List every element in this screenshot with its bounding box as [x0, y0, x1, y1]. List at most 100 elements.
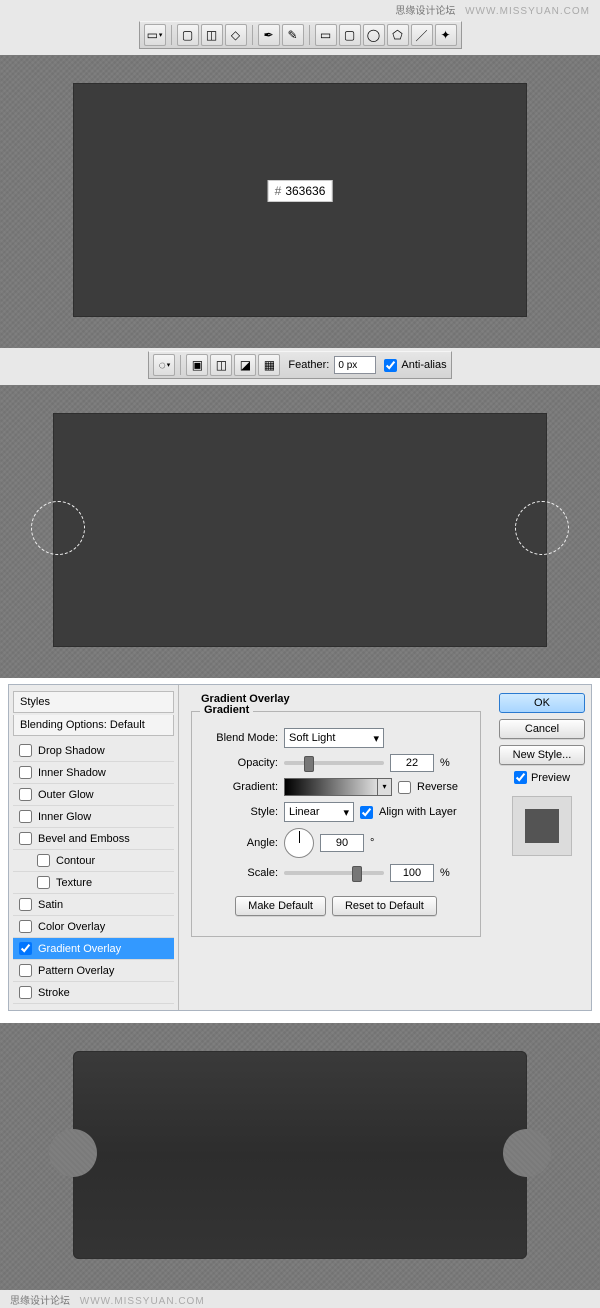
angle-dial[interactable]	[284, 828, 314, 858]
opacity-slider[interactable]	[284, 761, 384, 765]
dialog-buttons-column: OK Cancel New Style... Preview	[493, 685, 591, 1010]
style-label: Texture	[56, 877, 92, 889]
style-item-color-overlay[interactable]: Color Overlay	[13, 916, 174, 938]
reset-default-button[interactable]: Reset to Default	[332, 896, 437, 916]
add-selection-icon[interactable]: ◫	[210, 354, 232, 376]
style-label: Color Overlay	[38, 921, 105, 933]
style-item-stroke[interactable]: Stroke	[13, 982, 174, 1004]
ticket-shape-result	[73, 1051, 527, 1259]
hash-symbol: #	[275, 184, 282, 198]
gradient-picker[interactable]: ▾	[284, 778, 392, 796]
align-checkbox[interactable]	[360, 806, 373, 819]
checkbox[interactable]	[19, 766, 32, 779]
blending-options-header[interactable]: Blending Options: Default	[13, 715, 174, 736]
style-item-outer-glow[interactable]: Outer Glow	[13, 784, 174, 806]
checkbox[interactable]	[19, 942, 32, 955]
separator	[180, 355, 181, 375]
blend-mode-row: Blend Mode: Soft Light▾	[204, 728, 468, 748]
scale-label: Scale:	[204, 867, 278, 879]
reverse-checkbox[interactable]	[398, 781, 411, 794]
watermark-url: WWW.MISSYUAN.COM	[80, 1296, 205, 1307]
styles-header[interactable]: Styles	[13, 691, 174, 713]
style-item-pattern-overlay[interactable]: Pattern Overlay	[13, 960, 174, 982]
dark-rectangle-2	[53, 413, 547, 647]
scale-slider[interactable]	[284, 871, 384, 875]
new-style-button[interactable]: New Style...	[499, 745, 585, 765]
style-item-drop-shadow[interactable]: Drop Shadow	[13, 740, 174, 762]
reverse-label: Reverse	[417, 781, 458, 793]
hex-value: 363636	[285, 184, 325, 198]
style-item-bevel-emboss[interactable]: Bevel and Emboss	[13, 828, 174, 850]
watermark-url: WWW.MISSYUAN.COM	[465, 6, 590, 17]
rounded-rect-icon[interactable]: ▢	[339, 24, 361, 46]
style-select[interactable]: Linear▾	[284, 802, 354, 822]
feather-input[interactable]	[334, 356, 376, 374]
ok-button[interactable]: OK	[499, 693, 585, 713]
canvas-block-1: # 363636	[0, 55, 600, 348]
style-label: Inner Shadow	[38, 767, 106, 779]
polygon-shape-icon[interactable]: ⬠	[387, 24, 409, 46]
opacity-input[interactable]	[390, 754, 434, 772]
rectangle-tool-icon[interactable]: ▭▾	[144, 24, 166, 46]
watermark-bottom: 思缘设计论坛 WWW.MISSYUAN.COM	[0, 1290, 600, 1308]
shape-toolbar-wrap: ▭▾ ▢ ◫ ◇ ✒ ✎ ▭ ▢ ◯ ⬠ ／ ✦	[0, 18, 600, 55]
subtract-path-icon[interactable]: ◫	[201, 24, 223, 46]
intersect-path-icon[interactable]: ◇	[225, 24, 247, 46]
canvas-block-2	[0, 385, 600, 678]
checkbox[interactable]	[19, 964, 32, 977]
scale-input[interactable]	[390, 864, 434, 882]
checkbox[interactable]	[19, 744, 32, 757]
color-chip: # 363636	[268, 180, 333, 202]
make-default-button[interactable]: Make Default	[235, 896, 326, 916]
style-item-inner-shadow[interactable]: Inner Shadow	[13, 762, 174, 784]
checkbox[interactable]	[19, 810, 32, 823]
preview-checkbox[interactable]	[514, 771, 527, 784]
intersect-selection-icon[interactable]: ▦	[258, 354, 280, 376]
antialias-checkbox[interactable]	[384, 359, 397, 372]
style-label: Contour	[56, 855, 95, 867]
blend-mode-select[interactable]: Soft Light▾	[284, 728, 384, 748]
separator	[171, 25, 172, 45]
chevron-down-icon: ▾	[377, 779, 391, 795]
style-label: Gradient Overlay	[38, 943, 121, 955]
path-selection-icon[interactable]: ▢	[177, 24, 199, 46]
checkbox[interactable]	[19, 788, 32, 801]
checkbox[interactable]	[19, 898, 32, 911]
style-label: Outer Glow	[38, 789, 94, 801]
percent-label: %	[440, 867, 450, 879]
fieldset-legend: Gradient	[200, 704, 253, 716]
angle-input[interactable]	[320, 834, 364, 852]
custom-shape-icon[interactable]: ✦	[435, 24, 457, 46]
cancel-button[interactable]: Cancel	[499, 719, 585, 739]
style-label: Satin	[38, 899, 63, 911]
checkbox[interactable]	[19, 986, 32, 999]
ellipse-shape-icon[interactable]: ◯	[363, 24, 385, 46]
scale-row: Scale: %	[204, 864, 468, 882]
angle-label: Angle:	[204, 837, 278, 849]
style-item-gradient-overlay[interactable]: Gradient Overlay	[13, 938, 174, 960]
checkbox[interactable]	[19, 920, 32, 933]
checkbox[interactable]	[37, 876, 50, 889]
style-label: Style:	[204, 806, 278, 818]
line-shape-icon[interactable]: ／	[411, 24, 433, 46]
style-item-contour[interactable]: Contour	[13, 850, 174, 872]
freeform-pen-icon[interactable]: ✎	[282, 24, 304, 46]
style-item-texture[interactable]: Texture	[13, 872, 174, 894]
style-label: Bevel and Emboss	[38, 833, 130, 845]
style-item-satin[interactable]: Satin	[13, 894, 174, 916]
watermark-site: 思缘设计论坛	[395, 6, 455, 17]
checkbox[interactable]	[37, 854, 50, 867]
marquee-toolbar-wrap: ◌▾ ▣ ◫ ◪ ▦ Feather: Anti-alias	[0, 348, 600, 385]
style-item-inner-glow[interactable]: Inner Glow	[13, 806, 174, 828]
rect-shape-icon[interactable]: ▭	[315, 24, 337, 46]
checkbox[interactable]	[19, 832, 32, 845]
separator	[252, 25, 253, 45]
watermark-top: 思缘设计论坛 WWW.MISSYUAN.COM	[0, 0, 600, 18]
new-selection-icon[interactable]: ▣	[186, 354, 208, 376]
subtract-selection-icon[interactable]: ◪	[234, 354, 256, 376]
ellipse-marquee-icon[interactable]: ◌▾	[153, 354, 175, 376]
preview-label: Preview	[531, 772, 570, 784]
opacity-row: Opacity: %	[204, 754, 468, 772]
pen-tool-icon[interactable]: ✒	[258, 24, 280, 46]
align-label: Align with Layer	[379, 806, 457, 818]
